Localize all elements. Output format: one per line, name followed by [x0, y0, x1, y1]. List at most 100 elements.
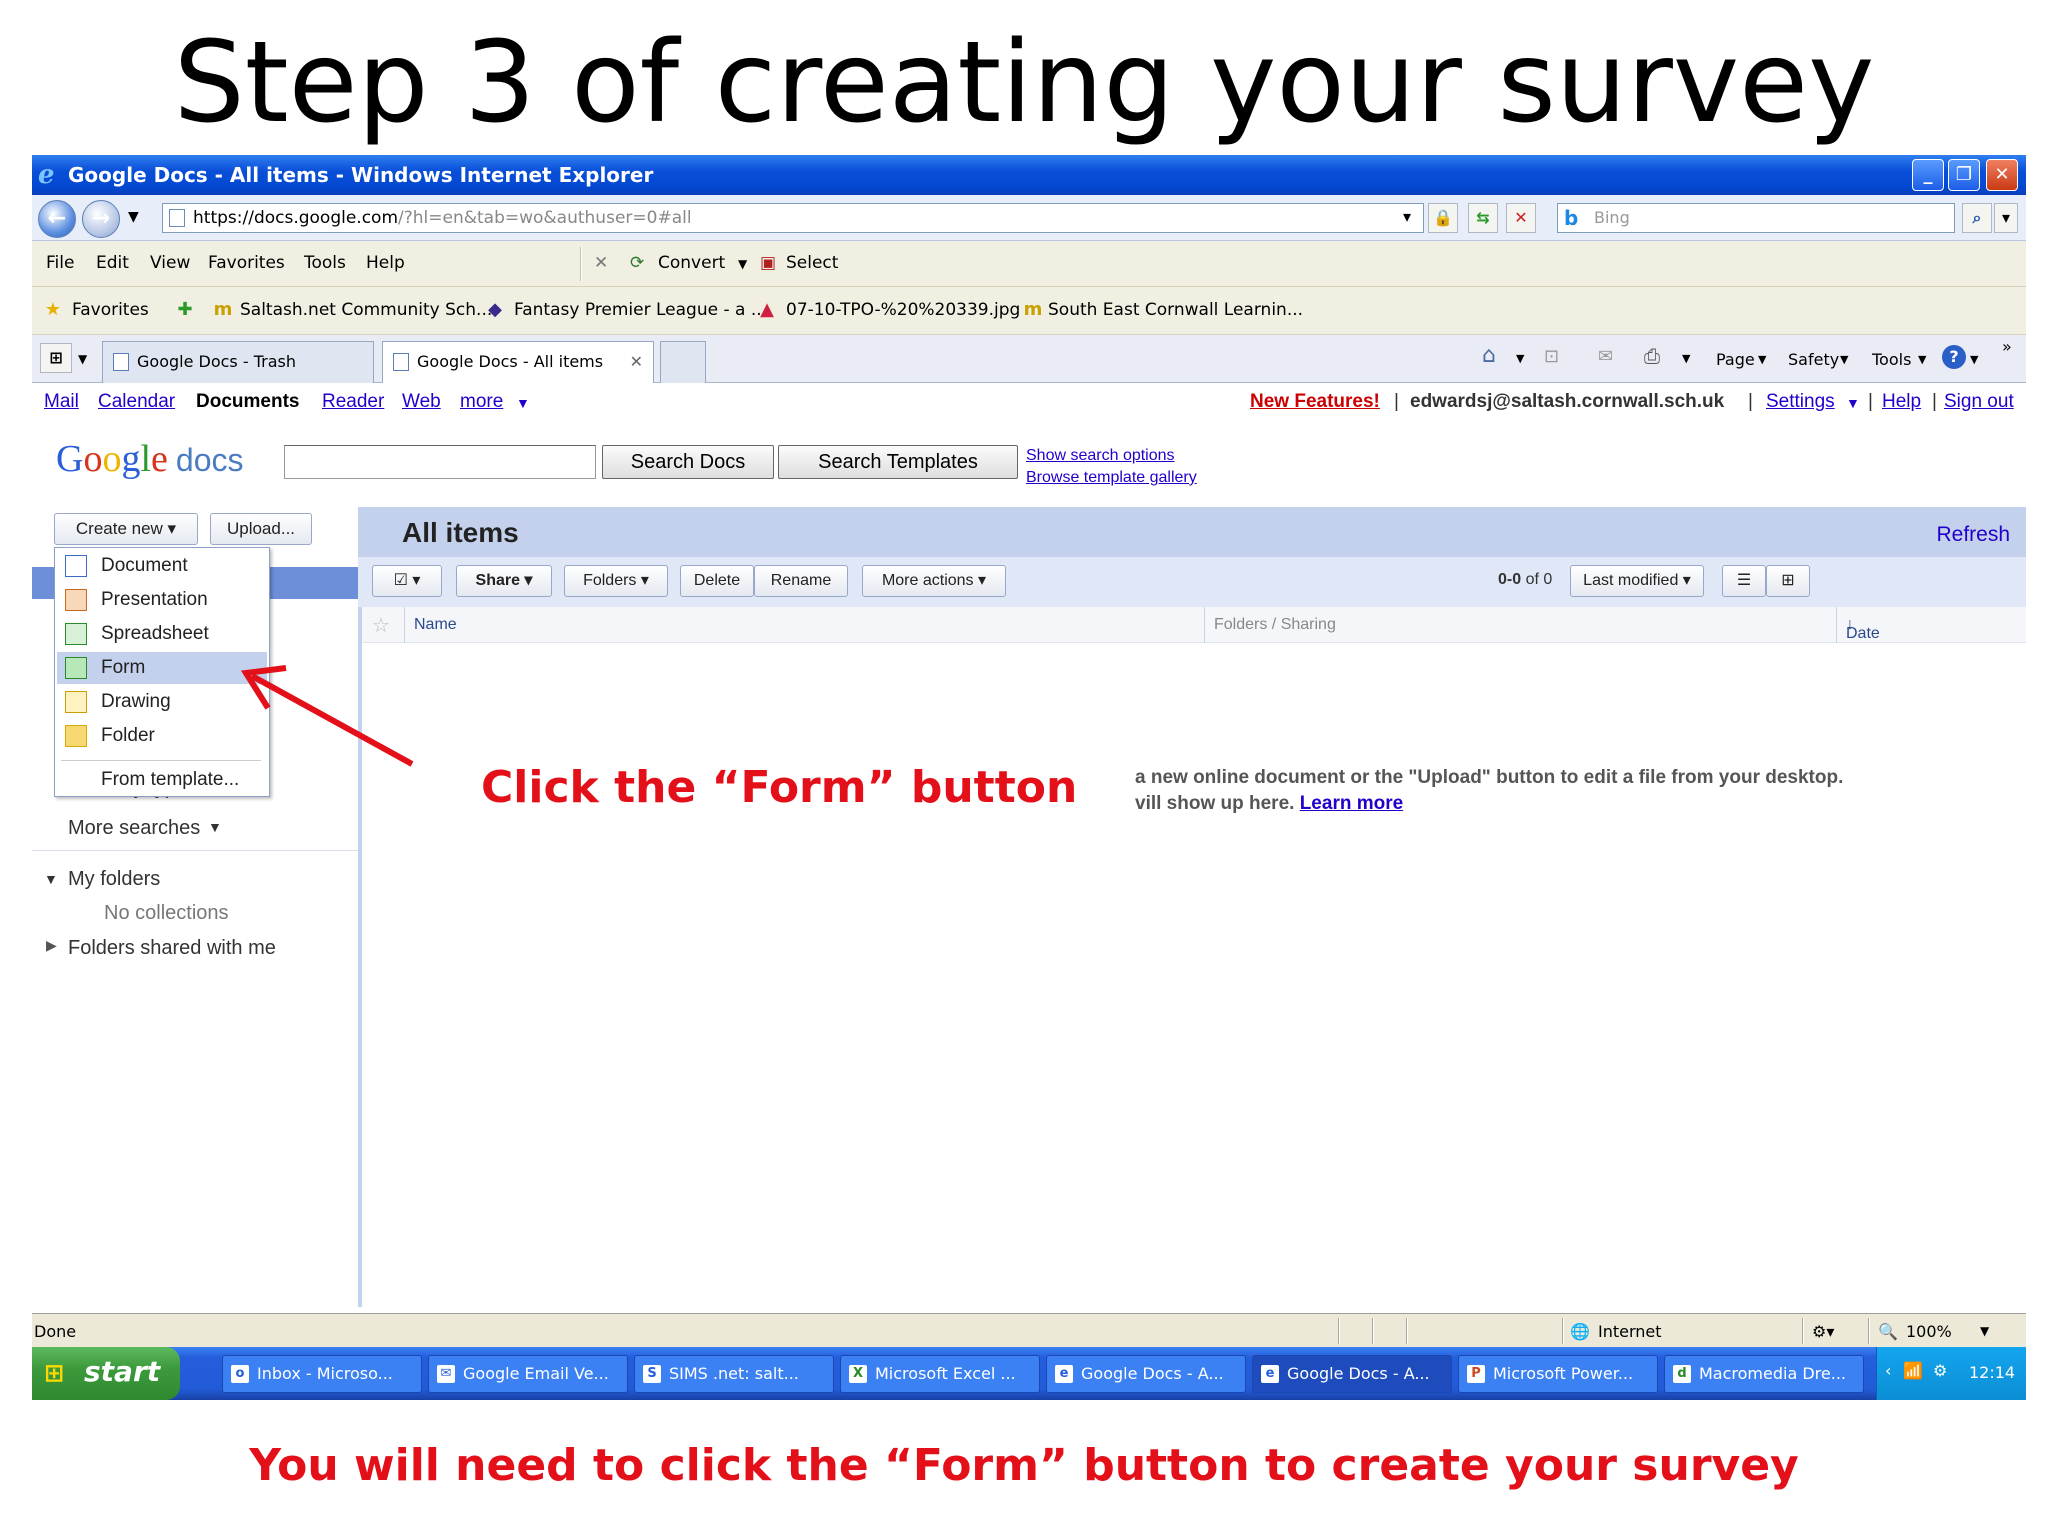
bing-search-field[interactable]: b Bing	[1557, 203, 1955, 233]
network-icon[interactable]: 📶	[1903, 1361, 1923, 1380]
nav-calendar[interactable]: Calendar	[98, 391, 175, 413]
home-dropdown-icon[interactable]: ▼	[1516, 352, 1524, 365]
protected-mode-icon[interactable]: ⚙▾	[1812, 1322, 1834, 1341]
print-dropdown-icon[interactable]: ▼	[1682, 352, 1690, 365]
menu-item-presentation[interactable]: Presentation	[57, 584, 267, 616]
favorite-link-saltash[interactable]: Saltash.net Community Sch...	[240, 300, 492, 320]
share-button[interactable]: Share ▾	[456, 565, 552, 597]
folders-button[interactable]: Folders ▾	[564, 565, 668, 597]
task-google-docs-1[interactable]: e Google Docs - A...	[1046, 1355, 1246, 1393]
lock-icon[interactable]: 🔒	[1428, 203, 1458, 233]
start-button[interactable]: ⊞ start	[32, 1347, 180, 1400]
select-button[interactable]: Select	[786, 253, 838, 273]
task-outlook[interactable]: o Inbox - Microso...	[222, 1355, 422, 1393]
back-button[interactable]: ←	[38, 200, 76, 238]
task-dreamweaver[interactable]: d Macromedia Dre...	[1664, 1355, 1864, 1393]
favorites-button[interactable]: Favorites	[72, 300, 149, 320]
zoom-dropdown-icon[interactable]: ▼	[1980, 1324, 1989, 1338]
tab-list-dropdown-icon[interactable]: ▼	[78, 352, 87, 366]
feeds-icon[interactable]: ⊡	[1544, 346, 1559, 367]
menu-edit[interactable]: Edit	[96, 253, 129, 273]
menu-item-drawing[interactable]: Drawing	[57, 686, 267, 718]
more-dropdown-icon[interactable]: ▼	[516, 395, 530, 411]
url-dropdown-icon[interactable]: ▾	[1392, 203, 1422, 233]
menu-item-from-template[interactable]: From template...	[57, 764, 267, 796]
help-dropdown-icon[interactable]: ▼	[1970, 353, 1978, 366]
minimize-button[interactable]: _	[1912, 159, 1944, 191]
url-field[interactable]: https://docs.google.com/?hl=en&tab=wo&au…	[162, 203, 1424, 233]
more-actions-button[interactable]: More actions ▾	[862, 565, 1006, 597]
read-mail-icon[interactable]: ✉	[1598, 346, 1613, 367]
expand-shared-icon[interactable]: ▶	[46, 937, 57, 954]
new-features-link[interactable]: New Features!	[1250, 391, 1380, 413]
history-dropdown-icon[interactable]: ▼	[128, 209, 139, 225]
google-docs-logo[interactable]: Google docs	[56, 437, 243, 481]
nav-web[interactable]: Web	[402, 391, 441, 413]
menu-item-form[interactable]: Form	[57, 652, 267, 684]
zoom-level[interactable]: 100%	[1906, 1322, 1952, 1341]
close-toolbar-icon[interactable]: ✕	[594, 253, 608, 273]
nav-reader[interactable]: Reader	[322, 391, 384, 413]
nav-documents[interactable]: Documents	[196, 391, 299, 413]
toolbar-overflow-icon[interactable]: »	[2002, 337, 2012, 356]
select-checkbox-menu[interactable]: ☑ ▾	[372, 565, 442, 597]
menu-favorites[interactable]: Favorites	[208, 253, 285, 273]
menu-file[interactable]: File	[46, 253, 74, 273]
forward-button[interactable]: →	[82, 200, 120, 238]
stop-icon[interactable]: ✕	[1506, 203, 1536, 233]
safety-menu[interactable]: Safety	[1788, 350, 1839, 369]
list-view-icon[interactable]: ☰	[1722, 565, 1766, 597]
search-templates-button[interactable]: Search Templates	[778, 445, 1018, 479]
new-tab-button[interactable]	[660, 341, 706, 383]
safety-dropdown-icon[interactable]: ▼	[1840, 353, 1848, 366]
upload-button[interactable]: Upload...	[210, 513, 312, 545]
my-folders-label[interactable]: My folders	[68, 868, 160, 891]
quick-tabs-icon[interactable]: ⊞	[40, 343, 72, 373]
tray-app-icon[interactable]: ⚙	[1933, 1361, 1947, 1380]
menu-item-spreadsheet[interactable]: Spreadsheet	[57, 618, 267, 650]
menu-item-folder[interactable]: Folder	[57, 720, 267, 752]
tools-dropdown-icon[interactable]: ▼	[1918, 353, 1926, 366]
menu-help[interactable]: Help	[366, 253, 405, 273]
star-column-icon[interactable]: ☆	[372, 613, 390, 638]
folders-shared-link[interactable]: Folders shared with me	[68, 937, 276, 960]
help-link[interactable]: Help	[1882, 391, 1921, 413]
search-icon[interactable]: ⌕	[1962, 203, 1992, 233]
more-searches-dropdown-icon[interactable]: ▼	[208, 819, 222, 835]
delete-button[interactable]: Delete	[680, 565, 754, 597]
docs-search-input[interactable]	[284, 445, 596, 479]
rename-button[interactable]: Rename	[754, 565, 848, 597]
tab-google-docs-all-items[interactable]: Google Docs - All items ✕	[382, 341, 654, 383]
tray-expand-icon[interactable]: ‹	[1885, 1361, 1891, 1380]
favorite-link-image[interactable]: 07-10-TPO-%20%20339.jpg	[786, 300, 1020, 320]
task-google-docs-2[interactable]: e Google Docs - A...	[1252, 1355, 1452, 1393]
home-icon[interactable]: ⌂	[1482, 343, 1496, 368]
favorite-link-cornwall[interactable]: South East Cornwall Learnin...	[1048, 300, 1303, 320]
help-icon[interactable]: ?	[1942, 345, 1966, 369]
sign-out-link[interactable]: Sign out	[1944, 391, 2014, 413]
tab-google-docs-trash[interactable]: Google Docs - Trash	[102, 341, 374, 383]
task-excel[interactable]: X Microsoft Excel ...	[840, 1355, 1040, 1393]
print-icon[interactable]: ⎙	[1644, 344, 1660, 368]
grid-view-icon[interactable]: ⊞	[1766, 565, 1810, 597]
learn-more-link[interactable]: Learn more	[1300, 793, 1403, 814]
page-menu[interactable]: Page	[1716, 350, 1755, 369]
tools-menu[interactable]: Tools	[1872, 350, 1911, 369]
nav-mail[interactable]: Mail	[44, 391, 79, 413]
settings-link[interactable]: Settings	[1766, 391, 1835, 413]
name-column-header[interactable]: Name	[414, 616, 457, 634]
close-window-button[interactable]: ✕	[1986, 159, 2018, 191]
search-options-icon[interactable]: ▾	[1994, 203, 2018, 233]
convert-button[interactable]: Convert	[658, 253, 725, 273]
menu-tools[interactable]: Tools	[304, 253, 346, 273]
add-favorite-icon[interactable]: ✚	[174, 299, 196, 321]
create-new-button[interactable]: Create new ▾	[54, 513, 198, 545]
expand-my-folders-icon[interactable]: ▼	[44, 871, 58, 887]
task-google-email[interactable]: ✉ Google Email Ve...	[428, 1355, 628, 1393]
nav-more[interactable]: more	[460, 391, 503, 413]
date-column-header[interactable]: Date ↓	[1846, 616, 1880, 642]
task-sims[interactable]: S SIMS .net: salt...	[634, 1355, 834, 1393]
close-tab-icon[interactable]: ✕	[630, 342, 643, 382]
clock[interactable]: 12:14	[1969, 1363, 2015, 1382]
page-dropdown-icon[interactable]: ▼	[1758, 353, 1766, 366]
